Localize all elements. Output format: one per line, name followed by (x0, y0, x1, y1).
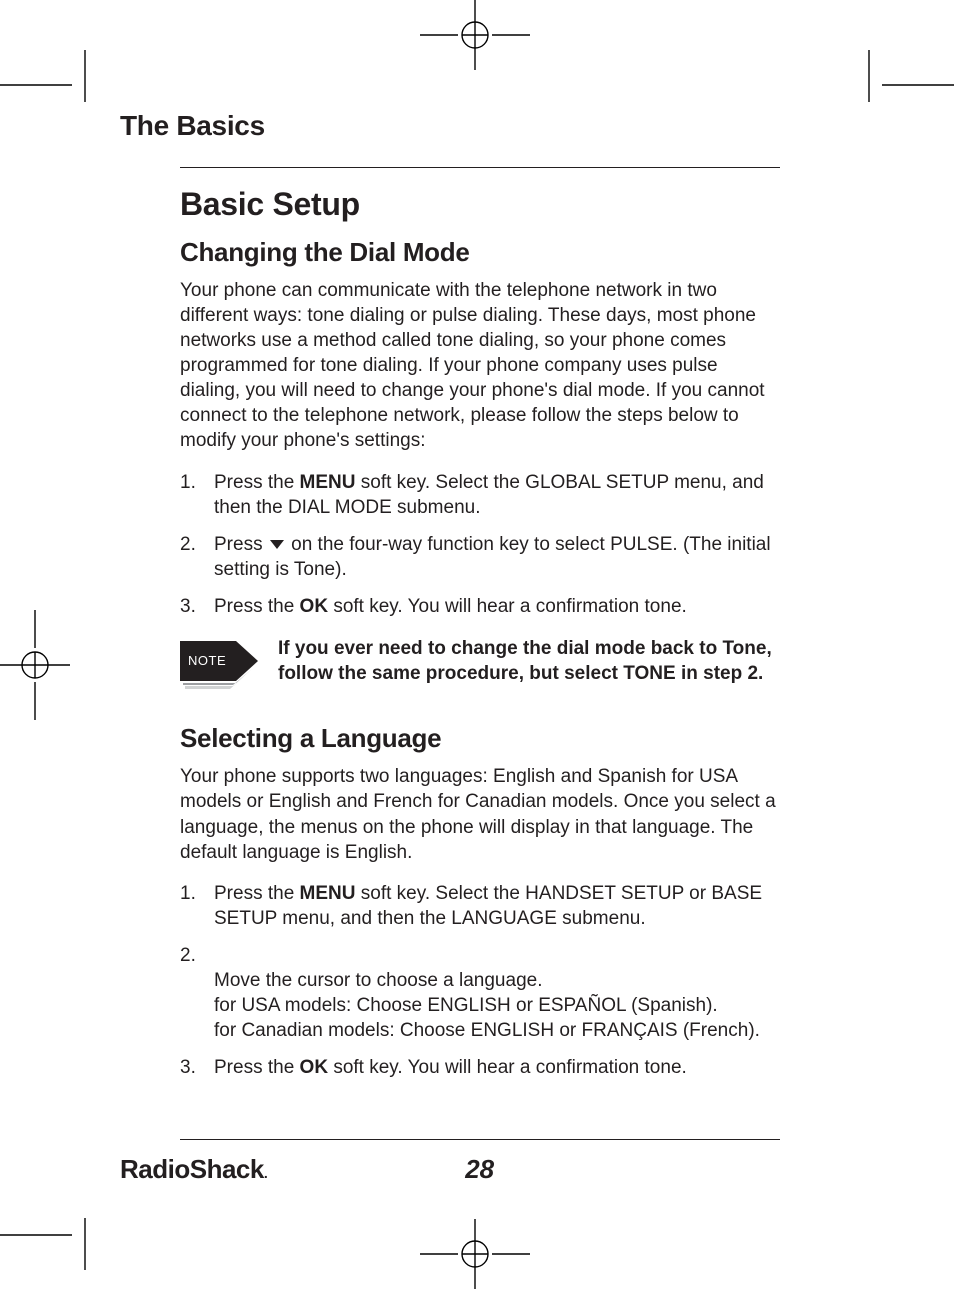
language-heading: Selecting a Language (180, 723, 780, 754)
registration-mark-left (0, 610, 70, 720)
dialmode-step-1: Press the MENU soft key. Select the GLOB… (180, 470, 780, 520)
language-step-3: Press the OK soft key. You will hear a c… (180, 1055, 780, 1080)
chapter-heading: The Basics (120, 110, 820, 142)
language-steps: Press the MENU soft key. Select the HAND… (180, 881, 780, 1081)
note-icon: NOTE (180, 641, 260, 693)
ok-key-label: OK (300, 1057, 329, 1078)
language-step-1: Press the MENU soft key. Select the HAND… (180, 881, 780, 931)
language-step-2: Move the cursor to choose a language. fo… (180, 943, 780, 1043)
page-footer: RadioShack. 28 (120, 1139, 820, 1185)
note-label: NOTE (188, 653, 226, 668)
step-text: Move the cursor to choose a language. fo… (214, 970, 760, 1041)
dialmode-step-3: Press the OK soft key. You will hear a c… (180, 594, 780, 619)
language-intro: Your phone supports two languages: Engli… (180, 764, 780, 864)
step-text: on the four-way function key to select P… (214, 534, 771, 581)
dialmode-heading: Changing the Dial Mode (180, 237, 780, 268)
step-text: Press the (214, 596, 300, 617)
crop-mark-bottom-left (0, 1200, 120, 1270)
section-title: Basic Setup (180, 186, 780, 223)
step-text: Press the (214, 883, 300, 904)
dialmode-steps: Press the MENU soft key. Select the GLOB… (180, 470, 780, 620)
crop-mark-top-left (0, 50, 120, 120)
page-content: The Basics Basic Setup Changing the Dial… (120, 110, 820, 1098)
ok-key-label: OK (300, 596, 329, 617)
bottom-rule (180, 1139, 780, 1140)
crop-mark-top-right (858, 50, 954, 120)
step-text: soft key. You will hear a confirmation t… (328, 596, 687, 617)
note-text: If you ever need to change the dial mode… (278, 637, 780, 686)
menu-key-label: MENU (300, 472, 356, 493)
content-column: Basic Setup Changing the Dial Mode Your … (180, 167, 780, 1080)
top-rule (180, 167, 780, 168)
note-callout: NOTE If you ever need to change the dial… (180, 637, 780, 693)
step-text: Press the (214, 472, 300, 493)
step-text: Press (214, 534, 268, 555)
step-text: Press the (214, 1057, 300, 1078)
dialmode-step-2: Press on the four-way function key to se… (180, 532, 780, 583)
down-arrow-icon (270, 532, 284, 557)
brand-text: RadioShack (120, 1154, 264, 1184)
registration-mark-bottom (420, 1219, 530, 1289)
page-number: 28 (465, 1154, 494, 1185)
menu-key-label: MENU (300, 883, 356, 904)
dialmode-intro: Your phone can communicate with the tele… (180, 278, 780, 454)
brand-logo: RadioShack. (120, 1154, 267, 1185)
registration-mark-top (420, 0, 530, 70)
brand-suffix: . (264, 1165, 267, 1181)
step-text: soft key. You will hear a confirmation t… (328, 1057, 687, 1078)
